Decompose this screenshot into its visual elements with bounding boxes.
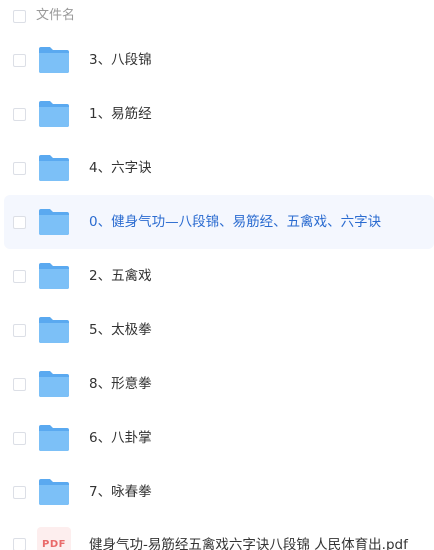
file-list: 文件名 3、八段锦 1、易筋经 4、六字诀 0、健身气功—八段锦、易筋经、五禽戏: [0, 0, 434, 550]
list-item[interactable]: 6、八卦掌: [0, 411, 434, 465]
list-item[interactable]: 2、五禽戏: [0, 249, 434, 303]
list-item[interactable]: 3、八段锦: [0, 33, 434, 87]
file-name[interactable]: 8、形意拳: [89, 375, 152, 393]
list-item-selected[interactable]: 0、健身气功—八段锦、易筋经、五禽戏、六字诀: [4, 195, 434, 249]
file-name[interactable]: 3、八段锦: [89, 51, 152, 69]
row-checkbox[interactable]: [13, 216, 26, 229]
row-checkbox[interactable]: [13, 108, 26, 121]
file-name[interactable]: 4、六字诀: [89, 159, 152, 177]
pdf-icon-label: PDF: [42, 539, 66, 550]
list-item[interactable]: 1、易筋经: [0, 87, 434, 141]
row-checkbox[interactable]: [13, 432, 26, 445]
pdf-file-icon: PDF: [37, 527, 71, 550]
row-checkbox[interactable]: [13, 54, 26, 67]
folder-icon: [39, 425, 69, 451]
file-name[interactable]: 6、八卦掌: [89, 429, 152, 447]
folder-icon: [39, 317, 69, 343]
select-all-checkbox[interactable]: [13, 10, 26, 23]
file-name[interactable]: 5、太极拳: [89, 321, 152, 339]
row-checkbox[interactable]: [13, 162, 26, 175]
folder-icon: [39, 101, 69, 127]
list-item[interactable]: PDF 健身气功-易筋经五禽戏六字诀八段锦 人民体育出.pdf: [0, 515, 434, 550]
folder-icon: [39, 155, 69, 181]
file-name[interactable]: 1、易筋经: [89, 105, 152, 123]
list-item[interactable]: 7、咏春拳: [0, 465, 434, 519]
file-name[interactable]: 健身气功-易筋经五禽戏六字诀八段锦 人民体育出.pdf: [89, 536, 408, 550]
folder-icon: [39, 371, 69, 397]
list-item[interactable]: 8、形意拳: [0, 357, 434, 411]
column-header-filename[interactable]: 文件名: [36, 7, 75, 25]
file-name[interactable]: 0、健身气功—八段锦、易筋经、五禽戏、六字诀: [89, 213, 381, 231]
folder-icon: [39, 479, 69, 505]
folder-icon: [39, 263, 69, 289]
folder-icon: [39, 47, 69, 73]
file-name[interactable]: 2、五禽戏: [89, 267, 152, 285]
file-name[interactable]: 7、咏春拳: [89, 483, 152, 501]
row-checkbox[interactable]: [13, 486, 26, 499]
row-checkbox[interactable]: [13, 378, 26, 391]
list-item[interactable]: 5、太极拳: [0, 303, 434, 357]
row-checkbox[interactable]: [13, 270, 26, 283]
row-checkbox[interactable]: [13, 538, 26, 550]
list-item[interactable]: 4、六字诀: [0, 141, 434, 195]
list-header: 文件名: [0, 0, 434, 32]
folder-icon: [39, 209, 69, 235]
row-checkbox[interactable]: [13, 324, 26, 337]
